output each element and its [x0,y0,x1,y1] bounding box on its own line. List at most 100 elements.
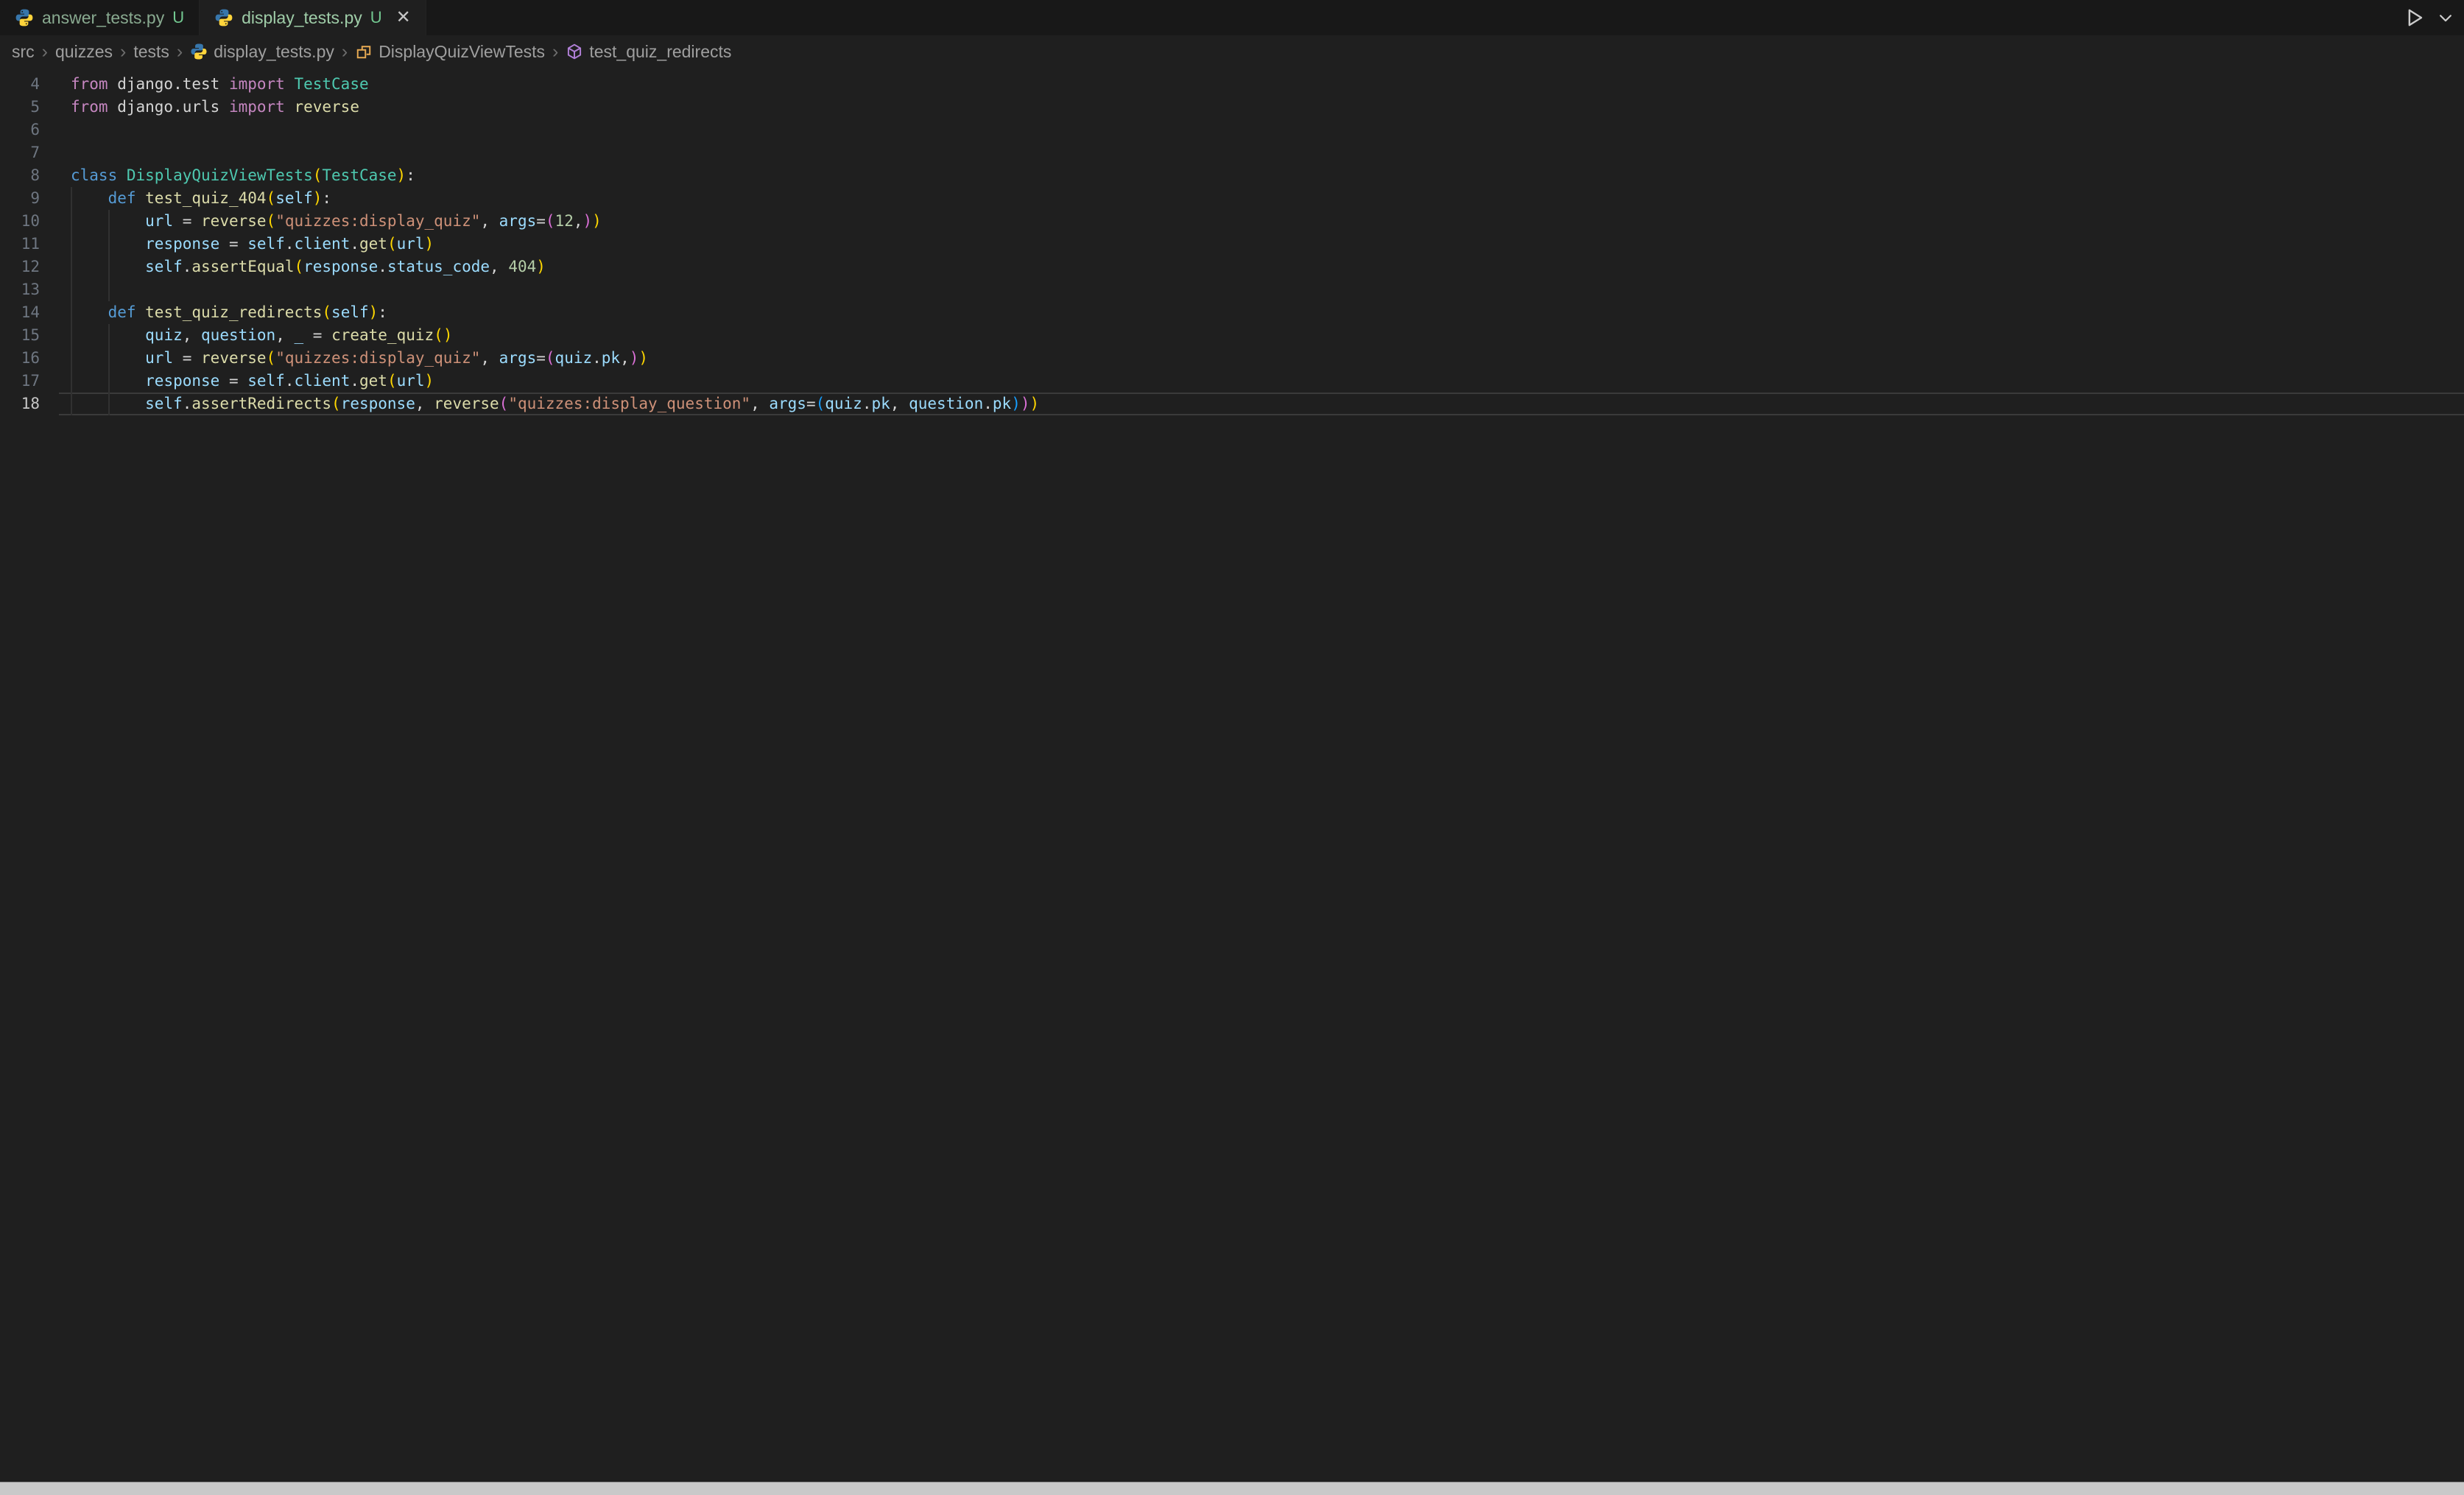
code-line-16[interactable]: 16 url = reverse("quizzes:display_quiz",… [0,347,2464,370]
line-number[interactable]: 3 [0,68,59,73]
indent-guide [71,393,72,415]
line-number[interactable]: 14 [0,301,59,324]
line-number[interactable]: 5 [0,96,59,119]
code-line-content[interactable]: def test_quiz_404(self): [59,187,2464,210]
code-line-15[interactable]: 15 quiz, question, _ = create_quiz() [0,324,2464,347]
indent-guide [71,347,72,370]
code-line-17[interactable]: 17 response = self.client.get(url) [0,370,2464,393]
code-line-13[interactable]: 13 [0,278,2464,301]
line-number[interactable]: 8 [0,164,59,187]
tab-display-tests[interactable]: display_tests.py U ✕ [200,0,426,35]
code-text: def test_quiz_redirects(self): [71,303,387,321]
code-line-14[interactable]: 14 def test_quiz_redirects(self): [0,301,2464,324]
code-text: response = self.client.get(url) [71,372,434,390]
play-run-icon [2404,7,2426,29]
code-line-10[interactable]: 10 url = reverse("quizzes:display_quiz",… [0,210,2464,233]
indent-guide [71,233,72,256]
line-number[interactable]: 15 [0,324,59,347]
breadcrumb-separator-icon: › [120,41,126,63]
line-number[interactable]: 16 [0,347,59,370]
line-number[interactable]: 13 [0,278,59,301]
code-line-content[interactable]: self.assertRedirects(response, reverse("… [59,393,2464,415]
tab-bar: answer_tests.py U display_tests.py U ✕ [0,0,2464,35]
breadcrumb-separator-icon: › [342,41,348,63]
line-number[interactable]: 12 [0,256,59,278]
run-options-dropdown[interactable] [2437,10,2454,26]
indent-guide [108,347,110,370]
code-text: url = reverse("quizzes:display_quiz", ar… [71,212,602,230]
python-icon [190,43,208,60]
git-untracked-badge: U [370,8,382,27]
code-line-content[interactable] [59,141,2464,164]
code-line-content[interactable]: url = reverse("quizzes:display_quiz", ar… [59,210,2464,233]
code-content: 34from django.test import TestCase5from … [0,68,2464,415]
code-line-content[interactable]: response = self.client.get(url) [59,233,2464,256]
breadcrumb-separator-icon: › [42,41,48,63]
indent-guide [108,393,110,415]
code-line-9[interactable]: 9 def test_quiz_404(self): [0,187,2464,210]
editor-actions [2404,0,2454,35]
indent-guide [71,301,72,324]
line-number[interactable]: 18 [0,393,59,415]
breadcrumb-item-src[interactable]: src [12,42,35,62]
breadcrumb-item-class[interactable]: DisplayQuizViewTests [355,42,545,62]
code-text: class DisplayQuizViewTests(TestCase): [71,166,415,184]
tab-label: display_tests.py [242,8,362,28]
code-line-content[interactable]: quiz, question, _ = create_quiz() [59,324,2464,347]
breadcrumb-item-tests[interactable]: tests [133,42,169,62]
tab-label: answer_tests.py [42,8,164,28]
code-line-content[interactable]: from django.test import TestCase [59,73,2464,96]
code-line-content[interactable]: from django.urls import reverse [59,96,2464,119]
breadcrumb-separator-icon: › [177,41,183,63]
line-number[interactable]: 10 [0,210,59,233]
line-number[interactable]: 17 [0,370,59,393]
breadcrumb-item-method[interactable]: test_quiz_redirects [566,42,731,62]
indent-guide [71,324,72,347]
close-tab-icon[interactable]: ✕ [396,9,411,27]
code-line-3[interactable]: 3 [0,68,2464,73]
code-text: self.assertEqual(response.status_code, 4… [71,258,546,275]
line-number[interactable]: 4 [0,73,59,96]
code-line-6[interactable]: 6 [0,119,2464,141]
tab-answer-tests[interactable]: answer_tests.py U [0,0,200,35]
breadcrumb-item-quizzes[interactable]: quizzes [55,42,113,62]
code-line-18[interactable]: 18 self.assertRedirects(response, revers… [0,393,2464,415]
code-line-8[interactable]: 8 class DisplayQuizViewTests(TestCase): [0,164,2464,187]
indent-guide [71,210,72,233]
line-number[interactable]: 6 [0,119,59,141]
code-text: def test_quiz_404(self): [71,189,331,207]
code-text: from django.urls import reverse [71,98,359,116]
code-line-content[interactable] [59,68,2464,73]
code-line-content[interactable]: def test_quiz_redirects(self): [59,301,2464,324]
code-line-7[interactable]: 7 [0,141,2464,164]
code-line-content[interactable] [59,119,2464,141]
code-line-content[interactable]: class DisplayQuizViewTests(TestCase): [59,164,2464,187]
indent-guide [108,370,110,393]
line-number[interactable]: 7 [0,141,59,164]
breadcrumb-item-file[interactable]: display_tests.py [190,42,334,62]
indent-guide [108,278,110,301]
symbol-class-icon [355,43,373,60]
code-line-5[interactable]: 5 from django.urls import reverse [0,96,2464,119]
code-line-11[interactable]: 11 response = self.client.get(url) [0,233,2464,256]
run-python-file-button[interactable] [2404,7,2426,29]
code-text: url = reverse("quizzes:display_quiz", ar… [71,349,648,367]
indent-guide [108,210,110,233]
indent-guide [108,324,110,347]
code-line-content[interactable]: url = reverse("quizzes:display_quiz", ar… [59,347,2464,370]
chevron-down-icon [2437,10,2454,26]
line-number[interactable]: 11 [0,233,59,256]
breadcrumb: src › quizzes › tests › display_tests.py… [0,35,2464,68]
git-untracked-badge: U [172,8,184,27]
code-line-content[interactable] [59,278,2464,301]
line-number[interactable]: 9 [0,187,59,210]
code-editor[interactable]: 34from django.test import TestCase5from … [0,68,2464,1482]
code-line-12[interactable]: 12 self.assertEqual(response.status_code… [0,256,2464,278]
indent-guide [71,187,72,210]
code-text: quiz, question, _ = create_quiz() [71,326,452,344]
indent-guide [108,256,110,278]
code-line-content[interactable]: response = self.client.get(url) [59,370,2464,393]
breadcrumb-separator-icon: › [552,41,558,63]
code-line-4[interactable]: 4from django.test import TestCase [0,73,2464,96]
code-line-content[interactable]: self.assertEqual(response.status_code, 4… [59,256,2464,278]
